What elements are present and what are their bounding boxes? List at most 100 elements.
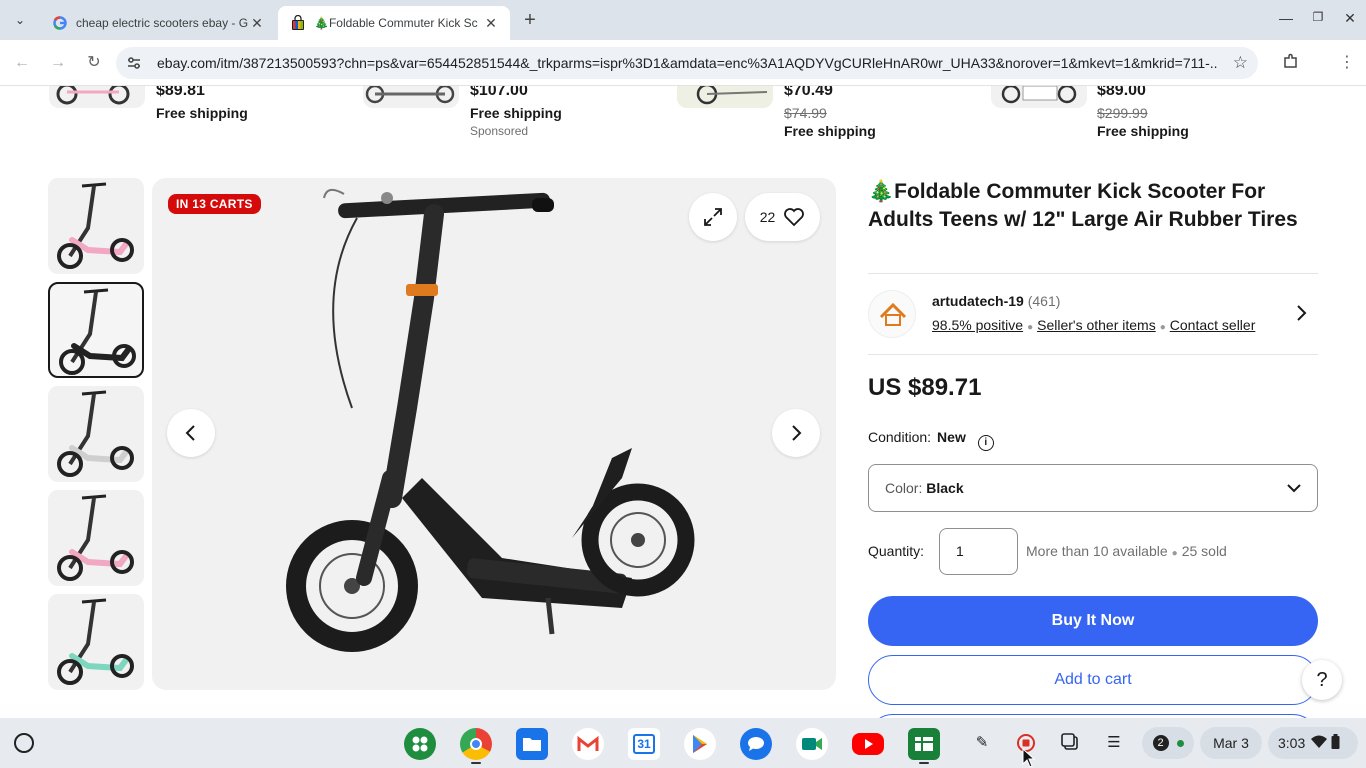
similar-item-image[interactable] xyxy=(677,86,773,108)
chevron-down-icon xyxy=(1285,479,1303,502)
pen-icon[interactable]: ✎ xyxy=(972,733,992,753)
main-product-image[interactable]: IN 13 CARTS 22 xyxy=(152,178,836,690)
similar-item-image[interactable] xyxy=(363,86,459,108)
restore-icon[interactable]: ❐ xyxy=(1308,10,1328,24)
contact-seller-link[interactable]: Contact seller xyxy=(1170,317,1256,333)
back-icon[interactable]: ← xyxy=(11,52,33,74)
similar-item-shipping: Free shipping xyxy=(1097,123,1189,139)
seller-feedback-count[interactable]: (461) xyxy=(1028,293,1061,309)
browser-toolbar: ← → ↻ ebay.com/itm/387213500593?chn=ps&v… xyxy=(0,40,1366,86)
expand-image-icon[interactable] xyxy=(689,193,737,241)
notification-count: 2 xyxy=(1152,735,1169,751)
seller-links: 98.5% positive ● Seller's other items ● Cont… xyxy=(932,317,1255,333)
clipboard-list-icon[interactable]: ☰ xyxy=(1104,733,1124,753)
sponsored-label: Sponsored xyxy=(470,124,529,138)
divider xyxy=(868,273,1318,274)
tab-search-icon[interactable]: ⌄ xyxy=(8,8,32,32)
similar-item-image[interactable] xyxy=(49,86,145,108)
similar-item-shipping: Free shipping xyxy=(156,105,248,121)
tab-strip: ⌄ cheap electric scooters ebay - G ✕ 🎄Fo… xyxy=(0,0,1366,40)
heart-icon xyxy=(784,208,805,227)
files-icon[interactable] xyxy=(516,728,548,760)
gallery-thumbnail[interactable] xyxy=(48,178,144,274)
gallery-thumbnail[interactable] xyxy=(48,594,144,690)
buy-it-now-button[interactable]: Buy It Now xyxy=(868,596,1318,646)
thumbnail-scooter-image xyxy=(57,182,134,269)
next-image-button[interactable] xyxy=(772,409,820,457)
color-label: Color: xyxy=(885,480,923,496)
color-value: Black xyxy=(926,480,964,496)
quantity-label: Quantity: xyxy=(868,543,925,559)
color-select-label: Color: Black xyxy=(885,480,964,496)
calendar-icon[interactable]: 31 xyxy=(628,728,660,760)
play-store-icon[interactable] xyxy=(684,728,716,760)
new-tab-icon[interactable]: + xyxy=(520,10,540,30)
bookmark-star-icon[interactable]: ☆ xyxy=(1233,53,1248,73)
seller-other-items-link[interactable]: Seller's other items xyxy=(1037,317,1156,333)
google-icon xyxy=(52,15,68,31)
chevron-right-icon xyxy=(792,425,802,441)
system-tray[interactable]: 3:03 xyxy=(1268,727,1358,759)
close-tab-icon[interactable]: ✕ xyxy=(482,15,500,32)
close-tab-icon[interactable]: ✕ xyxy=(248,15,266,32)
watch-count: 22 xyxy=(759,209,776,225)
info-icon[interactable]: i xyxy=(977,435,994,451)
tab-title: 🎄Foldable Commuter Kick Sc xyxy=(314,16,478,30)
chevron-left-icon xyxy=(185,425,195,441)
clock: 3:03 xyxy=(1278,735,1306,751)
separator-dot: ● xyxy=(1027,322,1034,333)
minimize-icon[interactable]: — xyxy=(1276,10,1296,26)
similar-item-image[interactable] xyxy=(991,86,1087,108)
battery-icon xyxy=(1331,734,1340,752)
separator-dot: ● xyxy=(1159,322,1166,333)
similar-item-shipping: Free shipping xyxy=(784,123,876,139)
site-info-icon[interactable] xyxy=(126,55,142,71)
quantity-input[interactable]: 1 xyxy=(939,528,1018,575)
color-select[interactable]: Color: Black xyxy=(868,464,1318,512)
extensions-icon[interactable] xyxy=(1280,52,1302,74)
similar-item-shipping: Free shipping xyxy=(470,105,562,121)
thumbnail-scooter-image xyxy=(59,288,136,375)
meet-icon[interactable] xyxy=(796,728,828,760)
help-button[interactable]: ? xyxy=(1302,660,1342,700)
forward-icon[interactable]: → xyxy=(47,52,69,74)
screenshot-icon[interactable] xyxy=(1060,733,1080,753)
separator-dot: ● xyxy=(1171,548,1178,559)
messages-icon[interactable] xyxy=(740,728,772,760)
in-carts-badge: IN 13 CARTS xyxy=(168,194,261,214)
close-window-icon[interactable]: ✕ xyxy=(1340,10,1360,27)
gallery-thumbnail[interactable] xyxy=(48,386,144,482)
menu-kebab-icon[interactable]: ⋮ xyxy=(1336,52,1358,74)
scooter-image xyxy=(286,188,695,652)
address-bar[interactable]: ebay.com/itm/387213500593?chn=ps&var=654… xyxy=(116,47,1258,79)
watchlist-button[interactable]: 22 xyxy=(745,193,820,241)
seller-positive-link[interactable]: 98.5% positive xyxy=(932,317,1023,333)
gallery-thumbnail[interactable] xyxy=(48,490,144,586)
youtube-icon[interactable] xyxy=(852,733,884,755)
tab-google-search[interactable]: cheap electric scooters ebay - G ✕ xyxy=(40,6,276,40)
reload-icon[interactable]: ↻ xyxy=(83,52,105,74)
item-price: US $89.71 xyxy=(868,374,982,401)
chevron-right-icon[interactable] xyxy=(1295,304,1307,327)
mouse-cursor-icon xyxy=(1022,748,1036,768)
gmail-icon[interactable] xyxy=(572,728,604,760)
similar-item-price: $89.00 xyxy=(1097,86,1146,99)
seller-logo[interactable] xyxy=(868,290,916,338)
sheets-icon[interactable] xyxy=(908,728,940,760)
app-grid-icon[interactable] xyxy=(404,728,436,760)
seller-name[interactable]: artudatech-19 xyxy=(932,293,1024,309)
notifications-pill[interactable]: 2 xyxy=(1142,727,1194,759)
seller-info[interactable]: artudatech-19 (461) xyxy=(932,293,1060,309)
thumbnail-scooter-image xyxy=(57,390,134,477)
status-dot-icon xyxy=(1176,739,1184,747)
launcher-icon[interactable] xyxy=(14,733,34,753)
ebay-item-page: $89.81 Free shipping $107.00 Free shippi… xyxy=(0,86,1366,718)
add-to-cart-button[interactable]: Add to cart xyxy=(868,655,1318,705)
chrome-icon[interactable] xyxy=(460,728,492,760)
gallery-thumbnail[interactable] xyxy=(48,282,144,378)
tab-ebay-item[interactable]: 🎄Foldable Commuter Kick Sc ✕ xyxy=(278,6,510,40)
date-pill[interactable]: Mar 3 xyxy=(1200,727,1262,759)
previous-image-button[interactable] xyxy=(167,409,215,457)
url-text[interactable]: ebay.com/itm/387213500593?chn=ps&var=654… xyxy=(157,55,1217,71)
available-count: More than 10 available xyxy=(1026,543,1168,559)
